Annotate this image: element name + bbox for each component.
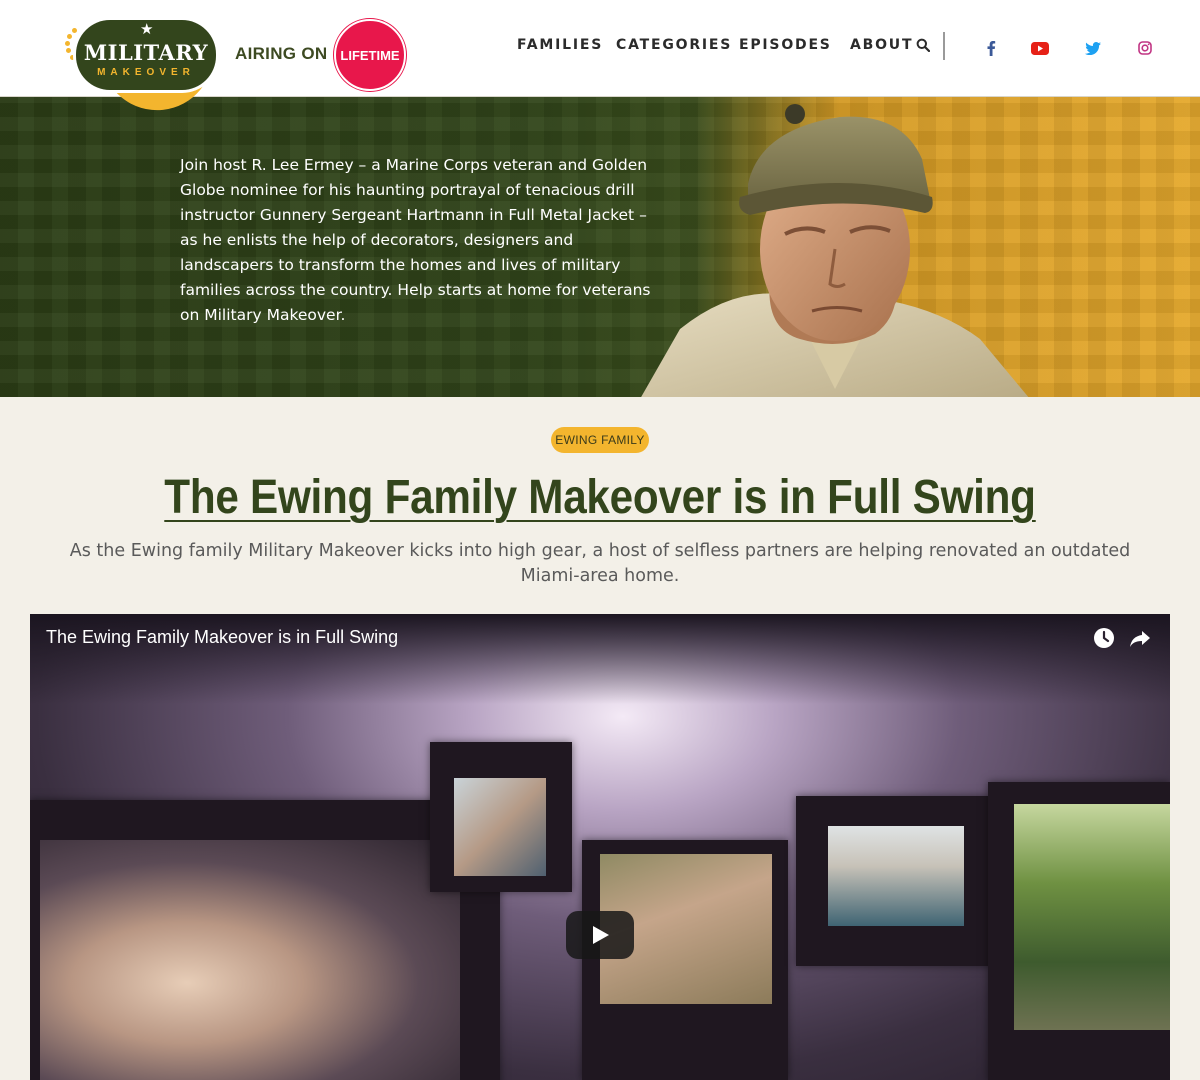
youtube-icon[interactable]	[1031, 40, 1049, 56]
hero-description: Join host R. Lee Ermey – a Marine Corps …	[180, 156, 651, 324]
play-button[interactable]	[566, 911, 634, 959]
video-player[interactable]: The Ewing Family Makeover is in Full Swi…	[30, 614, 1170, 1080]
nav-episodes[interactable]: EPISODES	[739, 37, 832, 53]
nav-divider	[943, 32, 945, 60]
nav-about[interactable]: ABOUT	[850, 37, 913, 53]
video-frame-right	[796, 796, 992, 966]
search-icon[interactable]	[916, 38, 930, 52]
nav-families[interactable]: FAMILIES	[517, 37, 603, 53]
share-icon[interactable]	[1128, 626, 1152, 650]
instagram-icon[interactable]	[1136, 40, 1154, 56]
facebook-icon[interactable]	[982, 40, 1000, 56]
video-frame-center	[582, 840, 788, 1080]
video-frame-small	[430, 742, 572, 892]
lifetime-logo[interactable]: LIFETIME	[334, 19, 406, 91]
nav-categories[interactable]: CATEGORIES	[616, 37, 732, 53]
twitter-icon[interactable]	[1084, 40, 1102, 56]
category-tag[interactable]: EWING FAMILY	[551, 427, 649, 453]
video-frame-far-right	[988, 782, 1170, 1080]
video-title[interactable]: The Ewing Family Makeover is in Full Swi…	[46, 627, 398, 648]
hero-banner: Join host R. Lee Ermey – a Marine Corps …	[0, 97, 1200, 397]
military-makeover-logo[interactable]: ★ MILITARY MAKEOVER	[64, 18, 219, 116]
site-header: ★ MILITARY MAKEOVER AIRING ON LIFETIME F…	[0, 0, 1200, 116]
article-subtitle: As the Ewing family Military Makeover ki…	[69, 541, 1131, 586]
play-icon	[593, 926, 609, 944]
article-title[interactable]: The Ewing Family Makeover is in Full Swi…	[72, 470, 1128, 525]
host-portrait	[641, 104, 1029, 397]
star-icon: ★	[140, 20, 154, 38]
airing-on-label: AIRING ON	[235, 44, 328, 63]
clock-icon[interactable]	[1092, 626, 1116, 650]
logo-subtitle: MAKEOVER	[97, 67, 195, 78]
logo-title: MILITARY	[83, 40, 209, 65]
